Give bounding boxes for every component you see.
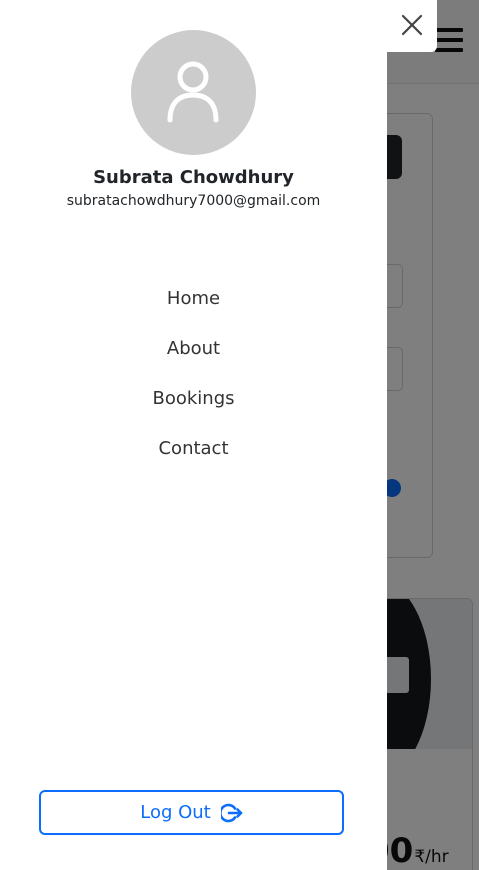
- avatar: [131, 30, 256, 155]
- nav-item-contact[interactable]: Contact: [0, 432, 387, 482]
- user-avatar-icon: [167, 61, 219, 123]
- user-name: Subrata Chowdhury: [93, 167, 294, 188]
- side-menu: Subrata Chowdhury subratachowdhury7000@g…: [0, 0, 387, 870]
- user-email: subratachowdhury7000@gmail.com: [66, 193, 321, 209]
- nav-item-about[interactable]: About: [0, 332, 387, 382]
- logout-icon: [220, 803, 243, 822]
- side-nav: Home About Bookings Contact: [0, 282, 387, 482]
- screen: 00₹/hr Subrata Chowdhury subratachowdhur…: [0, 0, 479, 870]
- nav-item-home[interactable]: Home: [0, 282, 387, 332]
- logout-button[interactable]: Log Out: [39, 790, 344, 835]
- close-button[interactable]: [387, 0, 437, 52]
- close-icon: [401, 14, 423, 36]
- logout-label: Log Out: [140, 802, 211, 823]
- nav-item-bookings[interactable]: Bookings: [0, 382, 387, 432]
